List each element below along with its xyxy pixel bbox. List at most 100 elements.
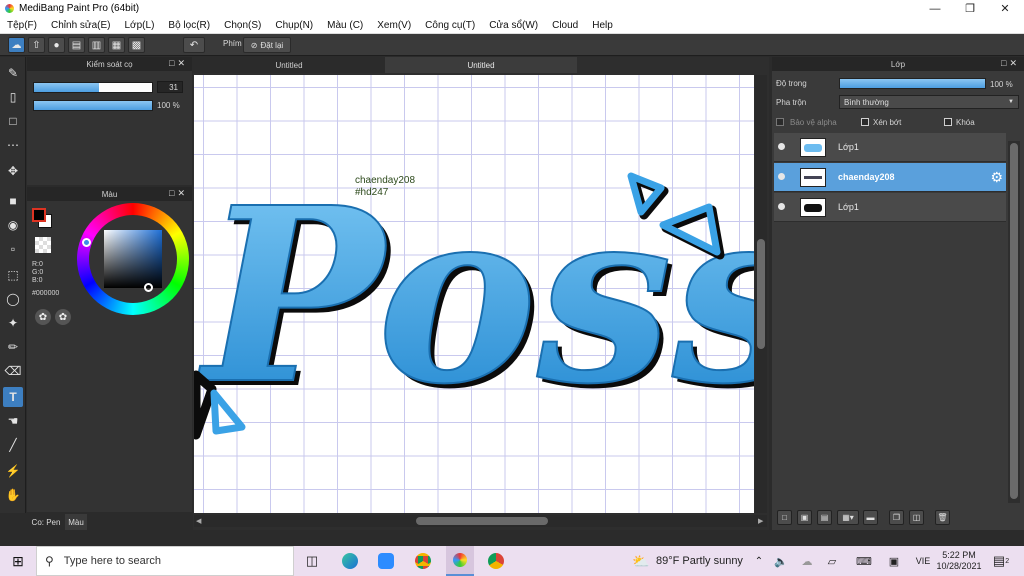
layer-opacity-slider[interactable]: [839, 78, 986, 89]
doc-tab-2[interactable]: Untitled: [385, 57, 577, 73]
folder-icon[interactable]: ▬: [863, 510, 878, 525]
weather-text[interactable]: 89°F Partly sunny: [656, 546, 746, 576]
tab-pen[interactable]: Co: Pen: [27, 514, 65, 530]
undo-icon[interactable]: ↶: [183, 37, 205, 53]
panel-float-close-icon[interactable]: □✕: [169, 188, 188, 199]
menu-view[interactable]: Xem(V): [370, 20, 418, 31]
select-tool-icon[interactable]: ⬚: [3, 265, 23, 285]
text-tool-icon[interactable]: T: [3, 387, 23, 407]
brush-size-value[interactable]: 31: [157, 81, 183, 93]
palette-icon[interactable]: ✿: [35, 309, 51, 325]
task-view-icon[interactable]: ◫: [302, 546, 322, 576]
select-eraser-icon[interactable]: ⌫: [3, 361, 23, 381]
rectangle-tool-icon[interactable]: □: [3, 111, 23, 131]
drawing-canvas[interactable]: chaenday208 #hd247 Poss Poss: [194, 75, 754, 513]
palette-add-icon[interactable]: ✿: [55, 309, 71, 325]
language-indicator[interactable]: VIE: [912, 546, 934, 576]
merge-layer-icon[interactable]: ◫: [909, 510, 924, 525]
eyedropper-tool-icon[interactable]: ⚡: [3, 461, 23, 481]
layer-scroll-thumb[interactable]: [1010, 143, 1018, 499]
menu-file[interactable]: Tệp(F): [0, 20, 44, 31]
menu-capture[interactable]: Chụp(N): [268, 20, 320, 31]
visibility-icon[interactable]: [778, 203, 785, 210]
cloud-icon[interactable]: ☁: [8, 37, 25, 53]
doc-tab-1[interactable]: Untitled: [193, 57, 385, 73]
zoom-icon[interactable]: [376, 546, 396, 576]
grid-settings-icon[interactable]: ▦: [108, 37, 125, 53]
share-icon[interactable]: ⇧: [28, 37, 45, 53]
protect-alpha-checkbox[interactable]: [776, 118, 784, 126]
menu-filter[interactable]: Bộ lọc(R): [161, 20, 217, 31]
display-icon[interactable]: ▣: [886, 546, 902, 576]
minimize-icon[interactable]: —: [918, 0, 952, 17]
medibang-taskbar-icon[interactable]: [446, 546, 474, 576]
weather-icon[interactable]: ⛅: [630, 546, 652, 576]
move-tool-icon[interactable]: ✥: [3, 161, 23, 181]
select-pen-icon[interactable]: ✏: [3, 337, 23, 357]
menu-layer[interactable]: Lớp(L): [118, 20, 162, 31]
speaker-icon[interactable]: 🔈: [773, 546, 789, 576]
horizontal-scroll-thumb[interactable]: [416, 517, 548, 525]
edge-icon[interactable]: [340, 546, 360, 576]
new-color-layer-icon[interactable]: ▣: [797, 510, 812, 525]
reset-button[interactable]: ⊘ Đặt lại: [243, 37, 291, 53]
dotted-line-tool-icon[interactable]: ⋯: [3, 135, 23, 155]
restore-icon[interactable]: ❐: [953, 0, 987, 17]
panel-float-close-icon[interactable]: □✕: [169, 58, 188, 69]
panel-float-close-icon[interactable]: □✕: [1001, 58, 1020, 69]
brush-size-slider[interactable]: [33, 82, 153, 93]
clipping-checkbox[interactable]: [861, 118, 869, 126]
tiles-icon[interactable]: ▩: [128, 37, 145, 53]
chrome-profile-icon[interactable]: [486, 546, 506, 576]
hand-tool-icon[interactable]: ✋: [3, 485, 23, 505]
network-icon[interactable]: ▱: [824, 546, 840, 576]
page-icon[interactable]: ▥: [88, 37, 105, 53]
onedrive-icon[interactable]: ☁: [798, 546, 816, 576]
clock[interactable]: 5:22 PM 10/28/2021: [936, 546, 982, 576]
keyboard-icon[interactable]: ⌨: [854, 546, 874, 576]
menu-tools[interactable]: Công cụ(T): [418, 20, 482, 31]
hue-handle[interactable]: [82, 238, 91, 247]
gear-icon[interactable]: ⚙: [990, 169, 1003, 186]
menu-color[interactable]: Màu (C): [320, 20, 370, 31]
notification-icon[interactable]: ▤ 2: [990, 546, 1012, 576]
magic-wand-icon[interactable]: ✦: [3, 313, 23, 333]
operation-tool-icon[interactable]: ☚: [3, 411, 23, 431]
layer-row[interactable]: Lớp1: [774, 133, 1006, 162]
lock-checkbox[interactable]: [944, 118, 952, 126]
horizontal-scrollbar[interactable]: ◀ ▶: [194, 515, 767, 527]
chevron-up-icon[interactable]: ⌃: [752, 546, 766, 576]
add-layer-menu-icon[interactable]: ▦▾: [837, 510, 859, 525]
vertical-scrollbar[interactable]: [755, 75, 767, 513]
brush-tool-icon[interactable]: ✎: [3, 63, 23, 83]
menu-cloud[interactable]: Cloud: [545, 20, 585, 31]
transparent-color-swatch[interactable]: [35, 237, 51, 253]
new-layer-icon[interactable]: □: [777, 510, 792, 525]
menu-help[interactable]: Help: [585, 20, 620, 31]
brush-opacity-slider[interactable]: [33, 100, 153, 111]
fill-rect-tool-icon[interactable]: ■: [3, 191, 23, 211]
taskbar-search-box[interactable]: ⚲ Type here to search: [36, 546, 294, 576]
divide-tool-icon[interactable]: ╱: [3, 435, 23, 455]
menu-window[interactable]: Cửa sổ(W): [482, 20, 545, 31]
foreground-color-swatch[interactable]: [32, 208, 46, 222]
new-8bit-layer-icon[interactable]: ▤: [817, 510, 832, 525]
menu-edit[interactable]: Chỉnh sửa(E): [44, 20, 118, 31]
duplicate-layer-icon[interactable]: ❐: [889, 510, 904, 525]
visibility-icon[interactable]: [778, 143, 785, 150]
layer-row[interactable]: Lớp1: [774, 193, 1006, 222]
menu-select[interactable]: Chọn(S): [217, 20, 268, 31]
windows-start-icon[interactable]: ⊞: [8, 546, 28, 576]
gradient-tool-icon[interactable]: ▫: [3, 239, 23, 259]
chat-icon[interactable]: ▤: [68, 37, 85, 53]
eraser-tool-icon[interactable]: ▯: [3, 87, 23, 107]
comment-icon[interactable]: ●: [48, 37, 65, 53]
layer-scrollbar[interactable]: [1008, 141, 1020, 503]
close-icon[interactable]: ✕: [988, 0, 1022, 17]
lasso-tool-icon[interactable]: ◯: [3, 289, 23, 309]
visibility-icon[interactable]: [778, 173, 785, 180]
chrome-icon[interactable]: [413, 546, 433, 576]
blend-mode-select[interactable]: Bình thường ▼: [839, 95, 1019, 109]
scroll-left-icon[interactable]: ◀: [196, 517, 201, 525]
saturation-value-box[interactable]: [104, 230, 162, 288]
